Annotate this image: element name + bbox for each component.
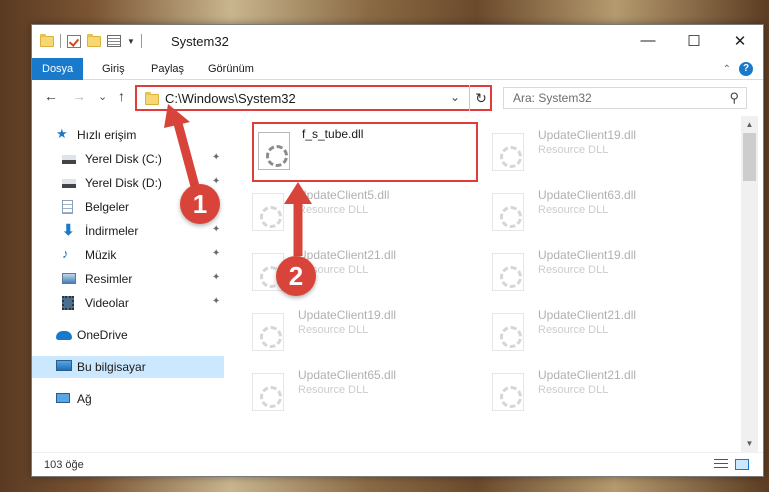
callout-step-1: 1 bbox=[180, 184, 220, 224]
annotation-arrows bbox=[164, 104, 312, 256]
arrow-1-shaft bbox=[171, 114, 201, 192]
arrow-2-head bbox=[284, 182, 312, 204]
arrow-1-head bbox=[164, 104, 190, 128]
callout-step-2: 2 bbox=[276, 256, 316, 296]
